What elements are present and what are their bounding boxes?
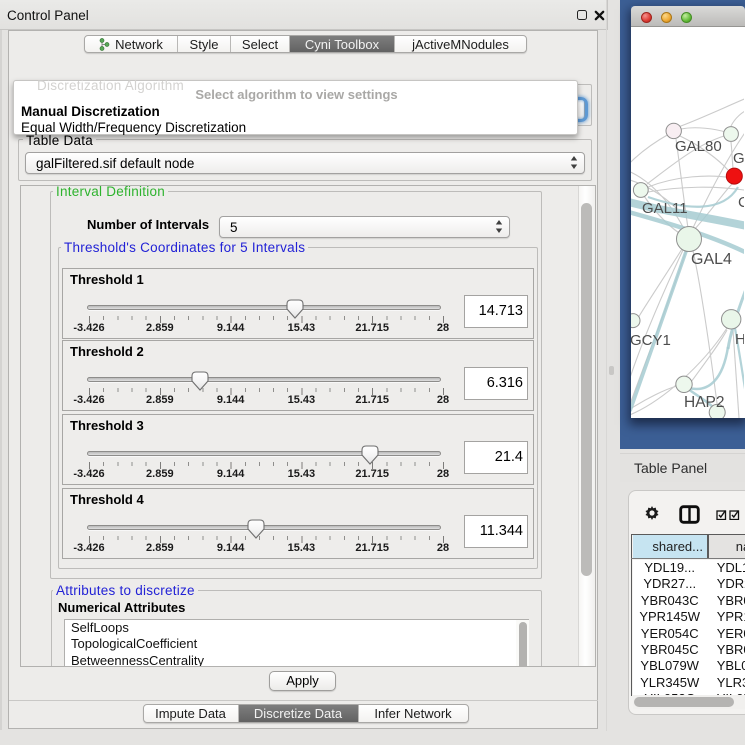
svg-text:GAL4: GAL4 xyxy=(691,251,732,268)
svg-text:GAL11: GAL11 xyxy=(642,200,688,217)
svg-text:C: C xyxy=(738,194,744,211)
svg-text:GAL80: GAL80 xyxy=(675,138,722,155)
svg-text:HAP2: HAP2 xyxy=(684,394,725,411)
svg-text:H: H xyxy=(735,331,744,348)
svg-text:GA: GA xyxy=(733,150,744,167)
svg-text:GCY1: GCY1 xyxy=(631,332,671,349)
